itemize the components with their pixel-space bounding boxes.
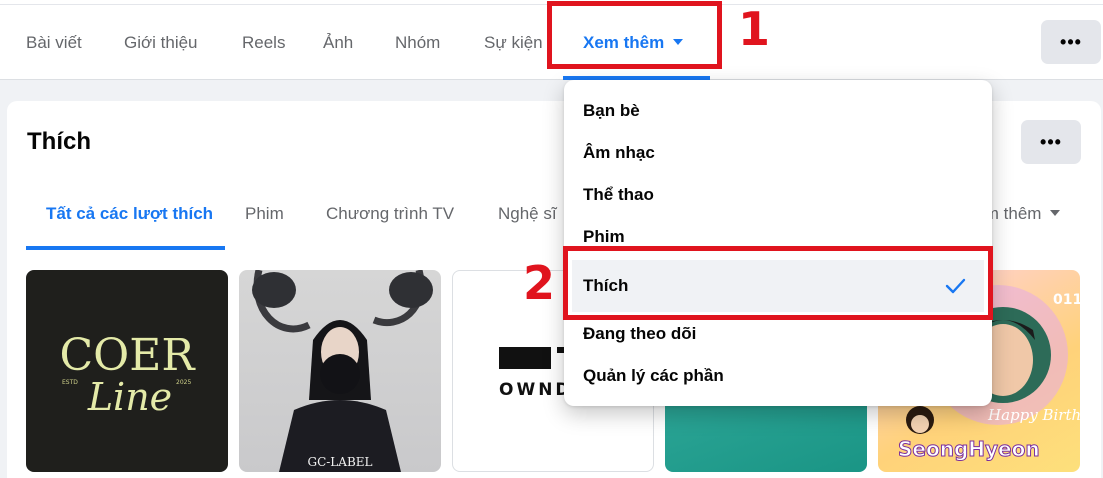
liked-page-tile[interactable]: COER Line ESTD 2025	[26, 270, 228, 472]
menu-item-sports[interactable]: Thể thao	[564, 175, 992, 215]
tile-caption: SeongHyeon	[898, 437, 1040, 461]
annotation-step-2-number: 2	[523, 256, 556, 310]
annotation-highlight-step-1	[547, 1, 722, 69]
tab-movies[interactable]: Phim	[245, 204, 284, 224]
see-more-dropdown: Bạn bè Âm nhạc Thể thao Phim Thích Đang …	[564, 80, 992, 406]
logo-text: COER	[60, 330, 197, 381]
caret-down-icon	[1050, 209, 1061, 216]
menu-item-music[interactable]: Âm nhạc	[564, 133, 992, 173]
menu-item-label: Thể thao	[583, 185, 654, 204]
tile-subcaption: Happy Birthday	[987, 406, 1080, 424]
tile-date: 0113	[1053, 292, 1080, 308]
page-photo: GC-LABEL	[252, 270, 433, 472]
menu-item-label: Quản lý các phần	[583, 366, 724, 385]
tab-groups[interactable]: Nhóm	[395, 33, 440, 53]
active-tab-indicator	[26, 246, 225, 250]
tab-posts[interactable]: Bài viết	[26, 33, 82, 53]
menu-item-friends[interactable]: Bạn bè	[564, 91, 992, 131]
page-logo: COER Line ESTD 2025	[60, 330, 197, 419]
liked-page-tile[interactable]: GC-LABEL	[239, 270, 441, 472]
menu-item-label: Âm nhạc	[583, 143, 655, 162]
more-dots-icon: •••	[1040, 131, 1062, 152]
annotation-highlight-step-2	[563, 246, 993, 320]
logo-est: ESTD	[62, 379, 78, 386]
menu-item-manage-sections[interactable]: Quản lý các phần	[564, 356, 992, 396]
menu-item-label: Phim	[583, 227, 625, 246]
tile-caption: OWND	[499, 380, 573, 400]
tab-tv-shows[interactable]: Chương trình TV	[326, 204, 454, 224]
section-title: Thích	[27, 128, 91, 155]
tab-photos[interactable]: Ảnh	[323, 33, 353, 53]
tab-artists[interactable]: Nghệ sĩ	[498, 204, 557, 224]
tab-about[interactable]: Giới thiệu	[124, 33, 198, 53]
more-dots-icon: •••	[1060, 31, 1082, 52]
logo-year: 2025	[176, 379, 191, 386]
annotation-step-1-number: 1	[738, 2, 771, 56]
tab-events[interactable]: Sự kiện	[484, 33, 543, 53]
logo-script: Line	[87, 375, 172, 419]
tab-all-likes[interactable]: Tất cả các lượt thích	[46, 204, 213, 224]
profile-overflow-button[interactable]: •••	[1041, 20, 1101, 64]
tile-caption: GC-LABEL	[307, 455, 372, 469]
menu-item-following[interactable]: Đang theo dõi	[564, 314, 992, 354]
menu-item-label: Đang theo dõi	[583, 324, 697, 343]
tab-reels[interactable]: Reels	[242, 33, 285, 53]
section-overflow-button[interactable]: •••	[1021, 120, 1081, 164]
menu-item-label: Bạn bè	[583, 101, 640, 120]
